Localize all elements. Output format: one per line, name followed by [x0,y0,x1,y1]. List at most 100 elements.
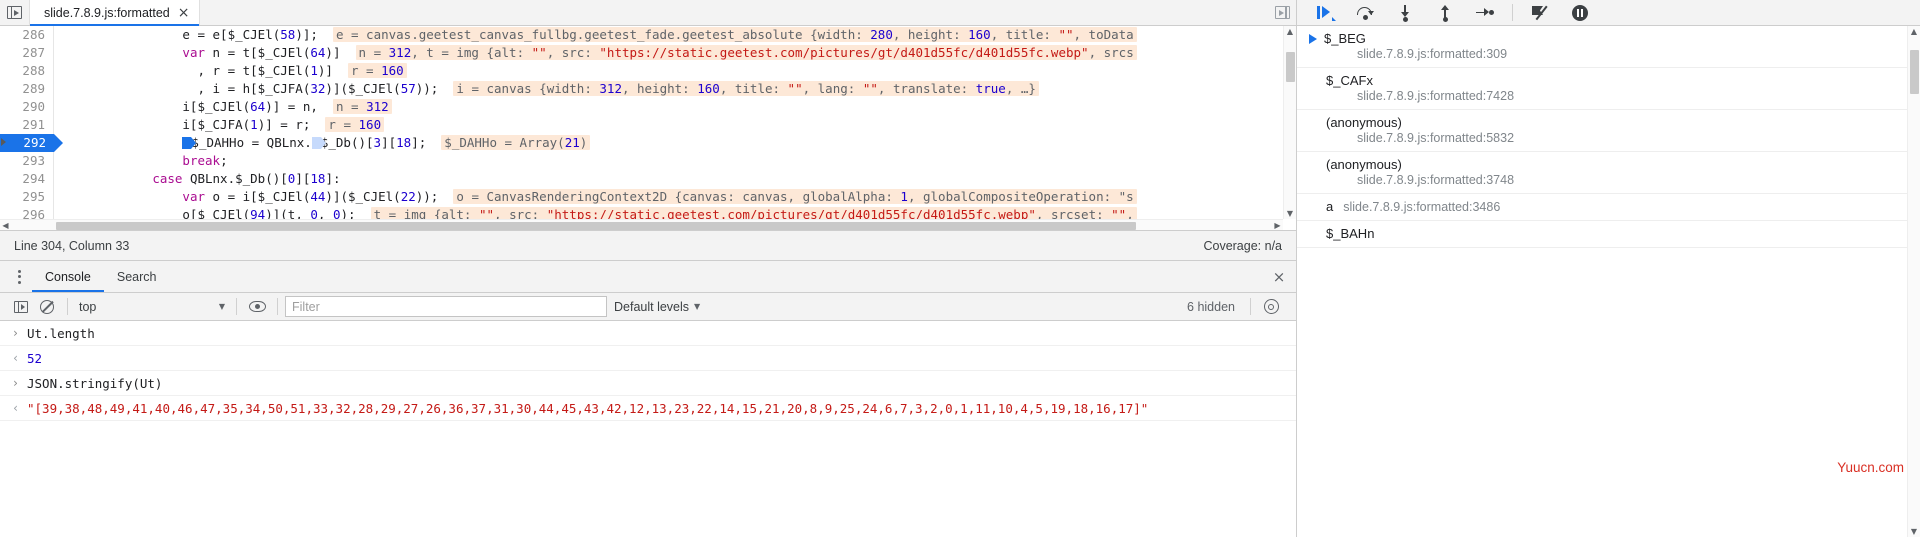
editor-horizontal-scrollbar[interactable]: ◀ ▶ [0,219,1283,230]
pause-icon [1572,4,1588,21]
scroll-left-icon[interactable]: ◀ [0,220,11,230]
editor-hscroll-thumb[interactable] [56,222,1136,230]
console-message-list[interactable]: › Ut.length ‹ 52 › JSON.stringify(Ut) ‹ "[39,38… [0,321,1296,537]
scroll-right-icon[interactable]: ▶ [1272,220,1283,230]
call-stack-frame[interactable]: a slide.7.8.9.js:formatted:3486 [1297,194,1907,221]
line-number[interactable]: 289 [0,80,54,98]
code-editor[interactable]: 286 e = e[$_CJEl(58)]; e = canvas.geetes… [0,26,1296,231]
code-line[interactable]: 290 i[$_CJEl(64)] = n, n = 312 [0,98,1283,116]
line-number[interactable]: 296 [0,206,54,219]
inline-value-hint: t = img {alt: "", src: "https://static.g… [370,207,1137,219]
breakpoint-marker-icon[interactable] [182,137,197,149]
console-output-message[interactable]: ‹ "[39,38,48,49,41,40,46,47,35,34,50,51,3… [0,396,1296,421]
line-number[interactable]: 290 [0,98,54,116]
code-line[interactable]: 295 var o = i[$_CJEl(44)]($_CJEl(22)); o… [0,188,1283,206]
inline-value-hint: i = canvas {width: 312, height: 160, tit… [453,81,1039,96]
code-line[interactable]: 294 case QBLnx.$_Db()[0][18]: [0,170,1283,188]
show-navigator-button[interactable] [0,0,30,25]
resume-icon [1316,5,1336,21]
inline-value-hint: n = 312 [332,99,392,114]
step-over-button[interactable] [1345,0,1385,26]
source-tab-label: slide.7.8.9.js:formatted [44,5,170,20]
execution-context-select[interactable]: top ▼ [75,296,229,318]
call-stack-frame[interactable]: $_BEG slide.7.8.9.js:formatted:309 [1297,26,1907,68]
toolbar-divider-2 [236,298,237,315]
console-message-text: "[39,38,48,49,41,40,46,47,35,34,50,51,33… [27,401,1149,416]
call-stack-function-name: (anonymous) [1326,115,1402,130]
code-line[interactable]: 292 $_DAHHo = QBLnx. $_Db()[3][18]; $_DAH… [0,134,1283,152]
call-stack-function-name: (anonymous) [1326,157,1402,172]
callstack-vertical-scrollbar[interactable]: ▲ ▼ [1907,26,1920,537]
console-sidebar-toggle-button[interactable] [8,294,34,320]
line-number[interactable]: 286 [0,26,54,44]
close-drawer-icon[interactable]: × [1262,261,1296,292]
console-input-message[interactable]: › Ut.length [0,321,1296,346]
show-sidebar-icon[interactable] [1275,6,1290,19]
step-over-icon [1356,6,1374,20]
tab-search[interactable]: Search [104,261,170,292]
console-eye-button[interactable] [244,294,270,320]
tabstrip-right-controls [1275,0,1296,25]
editor-vscroll-thumb[interactable] [1286,52,1295,82]
code-line[interactable]: 289 , i = h[$_CJFA(32)]($_CJEl(57)); i =… [0,80,1283,98]
line-number[interactable]: 291 [0,116,54,134]
code-line[interactable]: 291 i[$_CJFA(1)] = r; r = 160 [0,116,1283,134]
chevron-down-icon-levels: ▼ [694,302,701,311]
line-number[interactable]: 287 [0,44,54,62]
code-line[interactable]: 287 var n = t[$_CJEl(64)] n = 312, t = i… [0,44,1283,62]
tab-console[interactable]: Console [32,261,104,292]
clear-console-button[interactable] [34,294,60,320]
deactivate-breakpoints-button[interactable] [1520,0,1560,26]
call-stack-frame[interactable]: $_BAHn [1297,221,1907,248]
log-levels-select[interactable]: Default levels ▼ [607,296,707,318]
console-output-message[interactable]: ‹ 52 [0,346,1296,371]
code-line[interactable]: 286 e = e[$_CJEl(58)]; e = canvas.geetes… [0,26,1283,44]
call-stack-location: slide.7.8.9.js:formatted:7428 [1357,89,1515,103]
editor-vertical-scrollbar[interactable]: ▲ ▼ [1283,26,1296,219]
call-stack-location: slide.7.8.9.js:formatted:5832 [1357,131,1515,145]
execution-context-value: top [79,299,97,314]
more-options-icon[interactable] [6,261,32,292]
line-number[interactable]: 292 [0,134,63,152]
tab-search-label: Search [116,269,157,284]
code-line[interactable]: 296 o[$_CJEl(94)](t, 0, 0); t = img {alt… [0,206,1283,219]
line-number[interactable]: 294 [0,170,54,188]
code-line[interactable]: 293 break; [0,152,1283,170]
call-stack-location: slide.7.8.9.js:formatted:3748 [1357,173,1515,187]
toolbar-divider-4 [1250,298,1251,315]
resume-script-execution-button[interactable] [1305,0,1345,26]
debugger-toolbar-divider [1512,4,1513,21]
source-tabstrip: slide.7.8.9.js:formatted × [0,0,1296,26]
call-stack-location: slide.7.8.9.js:formatted:3486 [1343,199,1501,214]
call-stack-frame[interactable]: (anonymous) slide.7.8.9.js:formatted:3748 [1297,152,1907,194]
step-into-button[interactable] [1385,0,1425,26]
line-number[interactable]: 293 [0,152,54,170]
pause-on-exceptions-button[interactable] [1560,0,1600,26]
step-button[interactable] [1465,0,1505,26]
inline-value-hint: n = 312, t = img {alt: "", src: "https:/… [355,45,1137,60]
call-stack-frame[interactable]: (anonymous) slide.7.8.9.js:formatted:5832 [1297,110,1907,152]
callstack-vscroll-thumb[interactable] [1910,50,1919,94]
scroll-up-icon[interactable]: ▲ [1284,26,1296,37]
filter-input[interactable] [285,296,607,317]
console-prompt-icon: › [13,376,18,390]
close-icon[interactable]: × [178,6,190,20]
console-input-message[interactable]: › JSON.stringify(Ut) [0,371,1296,396]
line-number[interactable]: 295 [0,188,54,206]
call-stack-frame[interactable]: $_CAFx slide.7.8.9.js:formatted:7428 [1297,68,1907,110]
step-out-button[interactable] [1425,0,1465,26]
log-levels-value: Default levels [614,299,690,314]
cs-scroll-up-icon[interactable]: ▲ [1908,26,1920,37]
code-line-text: e = e[$_CJEl(58)]; e = canvas.geetest_ca… [54,26,1137,44]
code-line[interactable]: 288 , r = t[$_CJEl(1)] r = 160 [0,62,1283,80]
code-lines-container: 286 e = e[$_CJEl(58)]; e = canvas.geetes… [0,26,1283,219]
tab-console-label: Console [45,269,91,284]
cursor-position: Line 304, Column 33 [14,238,130,253]
code-line-text: i[$_CJFA(1)] = r; r = 160 [54,116,385,134]
source-tab-slide-js[interactable]: slide.7.8.9.js:formatted × [30,0,200,26]
console-settings-button[interactable] [1258,294,1284,320]
scroll-down-icon[interactable]: ▼ [1284,208,1296,219]
cs-scroll-down-icon[interactable]: ▼ [1908,526,1920,537]
line-number[interactable]: 288 [0,62,54,80]
breakpoint-marker-icon-secondary[interactable] [311,137,326,149]
